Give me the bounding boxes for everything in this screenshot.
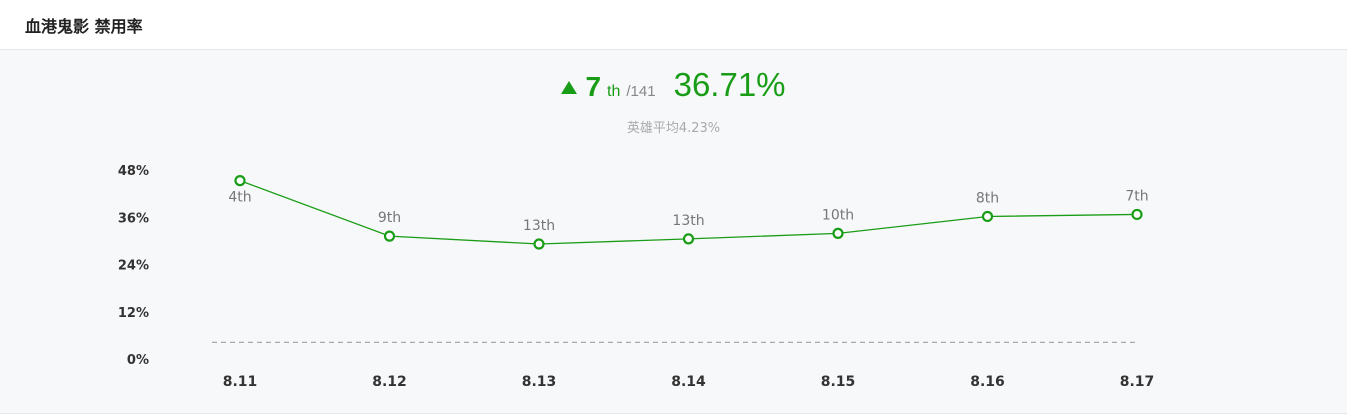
data-point bbox=[383, 230, 396, 242]
y-tick-label: 36% bbox=[118, 211, 149, 226]
data-point bbox=[234, 175, 246, 187]
data-label: 4th bbox=[228, 190, 251, 206]
x-tick-label: 8.11 bbox=[223, 374, 258, 390]
y-tick-label: 0% bbox=[127, 353, 149, 368]
data-label: 13th bbox=[672, 213, 704, 229]
data-label: 13th bbox=[523, 218, 555, 234]
x-tick-label: 8.12 bbox=[372, 374, 407, 390]
data-point bbox=[533, 238, 545, 250]
data-label: 10th bbox=[822, 207, 854, 223]
chart-panel: 7 th /141 36.71% 英雄平均4.23% 48% 36% 24% 12% 0… bbox=[0, 50, 1347, 414]
x-tick-label: 8.16 bbox=[970, 374, 1005, 390]
x-tick-label: 8.15 bbox=[821, 374, 856, 390]
y-tick-label: 48% bbox=[118, 164, 149, 179]
ban-rate-line-chart: 48% 36% 24% 12% 0% 8.11 8.12 8.13 8.14 8.15 8.16 8.… bbox=[118, 164, 1155, 390]
y-tick-label: 24% bbox=[118, 259, 149, 274]
data-point bbox=[682, 233, 695, 245]
data-point bbox=[1131, 208, 1143, 221]
x-tick-label: 8.17 bbox=[1120, 374, 1155, 390]
data-point bbox=[981, 210, 994, 223]
data-label: 8th bbox=[976, 190, 999, 206]
x-tick-label: 8.14 bbox=[671, 374, 706, 390]
data-label: 7th bbox=[1125, 188, 1148, 204]
data-label: 9th bbox=[378, 210, 401, 226]
x-tick-label: 8.13 bbox=[522, 374, 557, 390]
data-point bbox=[832, 227, 844, 239]
y-tick-label: 12% bbox=[118, 306, 149, 321]
